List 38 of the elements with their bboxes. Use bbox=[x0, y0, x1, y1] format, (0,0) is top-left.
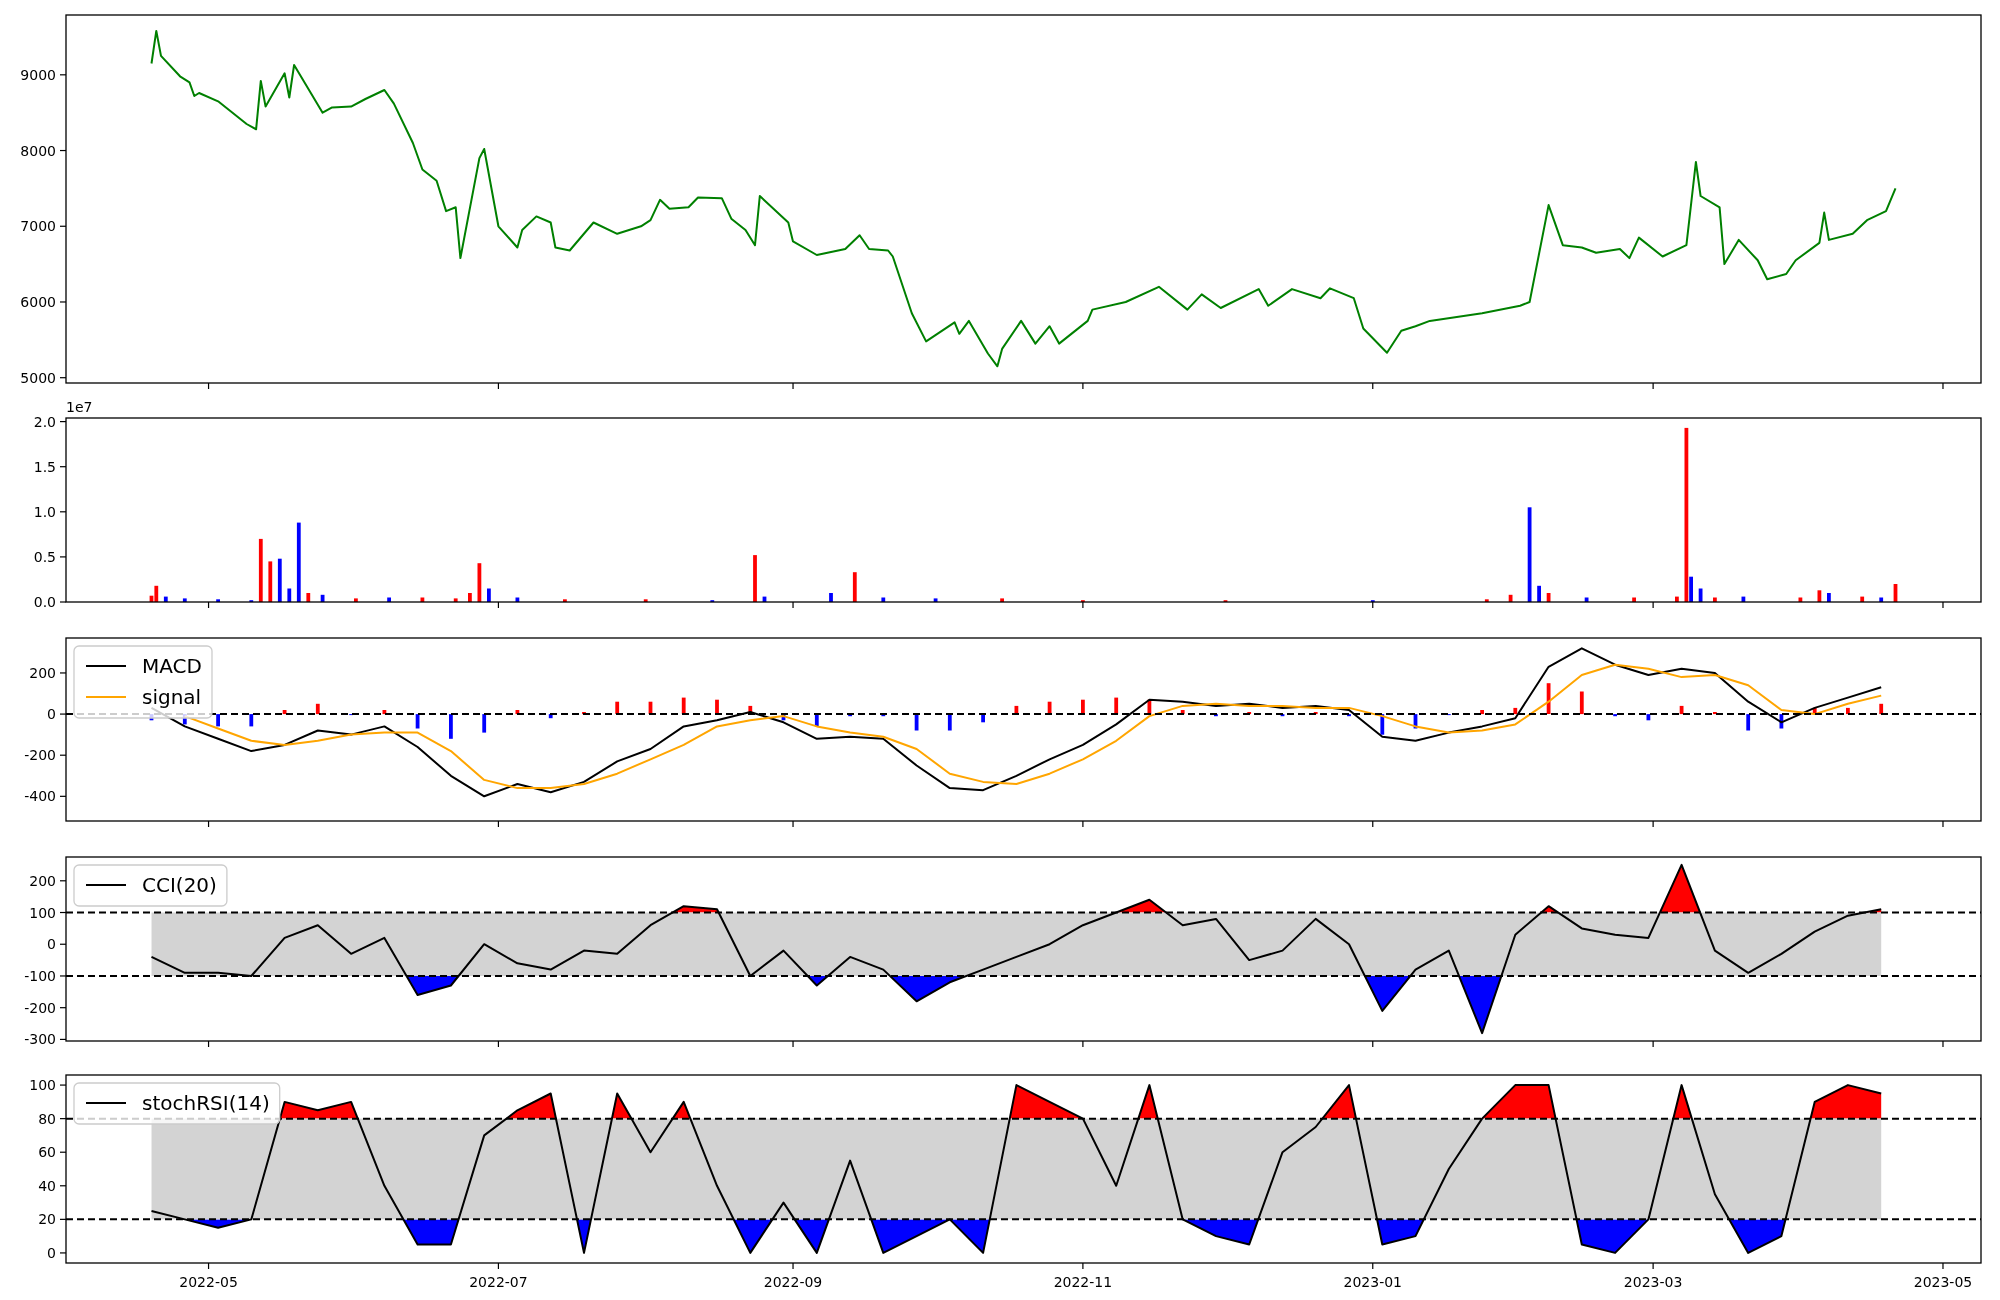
y-tick-label: 9000 bbox=[20, 66, 56, 83]
y-tick-label: -200 bbox=[24, 747, 56, 764]
y-tick-label: 0 bbox=[47, 706, 56, 723]
y-tick-label: -300 bbox=[24, 1031, 56, 1048]
x-tick-label: 2023-03 bbox=[1623, 1274, 1683, 1290]
y-tick-label: 1.0 bbox=[33, 503, 56, 520]
legend-label: MACD bbox=[142, 654, 202, 678]
y-tick-label: 100 bbox=[29, 1077, 56, 1094]
legend-label: stochRSI(14) bbox=[142, 1091, 270, 1115]
y-tick-label: 0.5 bbox=[33, 548, 56, 565]
axis-offset-label: 1e7 bbox=[66, 400, 93, 415]
x-tick-label: 2022-05 bbox=[179, 1274, 238, 1290]
legend-label: CCI(20) bbox=[142, 873, 217, 897]
x-tick-label: 2023-01 bbox=[1343, 1274, 1402, 1290]
y-tick-label: 2.0 bbox=[33, 413, 56, 430]
y-tick-label: -100 bbox=[24, 967, 56, 984]
y-tick-label: 200 bbox=[29, 664, 56, 681]
x-tick-label: 2022-07 bbox=[469, 1274, 528, 1290]
x-tick-label: 2022-11 bbox=[1053, 1274, 1113, 1290]
y-tick-label: -200 bbox=[24, 999, 56, 1016]
y-tick-label: 1.5 bbox=[33, 458, 56, 475]
y-tick-label: 6000 bbox=[20, 294, 56, 310]
y-tick-label: -400 bbox=[24, 788, 56, 805]
y-tick-label: 100 bbox=[29, 904, 56, 921]
y-tick-label: 80 bbox=[38, 1110, 56, 1127]
x-tick-label: 2022-09 bbox=[763, 1274, 823, 1290]
y-tick-label: 40 bbox=[38, 1177, 56, 1194]
y-tick-label: 0 bbox=[47, 1244, 56, 1261]
y-tick-label: 0 bbox=[47, 936, 56, 953]
y-tick-label: 200 bbox=[29, 872, 56, 889]
y-tick-label: 5000 bbox=[20, 369, 56, 386]
y-tick-label: 20 bbox=[38, 1211, 56, 1228]
x-tick-label: 2023-05 bbox=[1913, 1274, 1973, 1290]
y-tick-label: 8000 bbox=[20, 142, 56, 159]
y-tick-label: 7000 bbox=[20, 218, 56, 235]
y-tick-label: 0.0 bbox=[33, 594, 56, 610]
y-tick-label: 60 bbox=[38, 1144, 56, 1161]
legend-label: signal bbox=[142, 685, 202, 709]
